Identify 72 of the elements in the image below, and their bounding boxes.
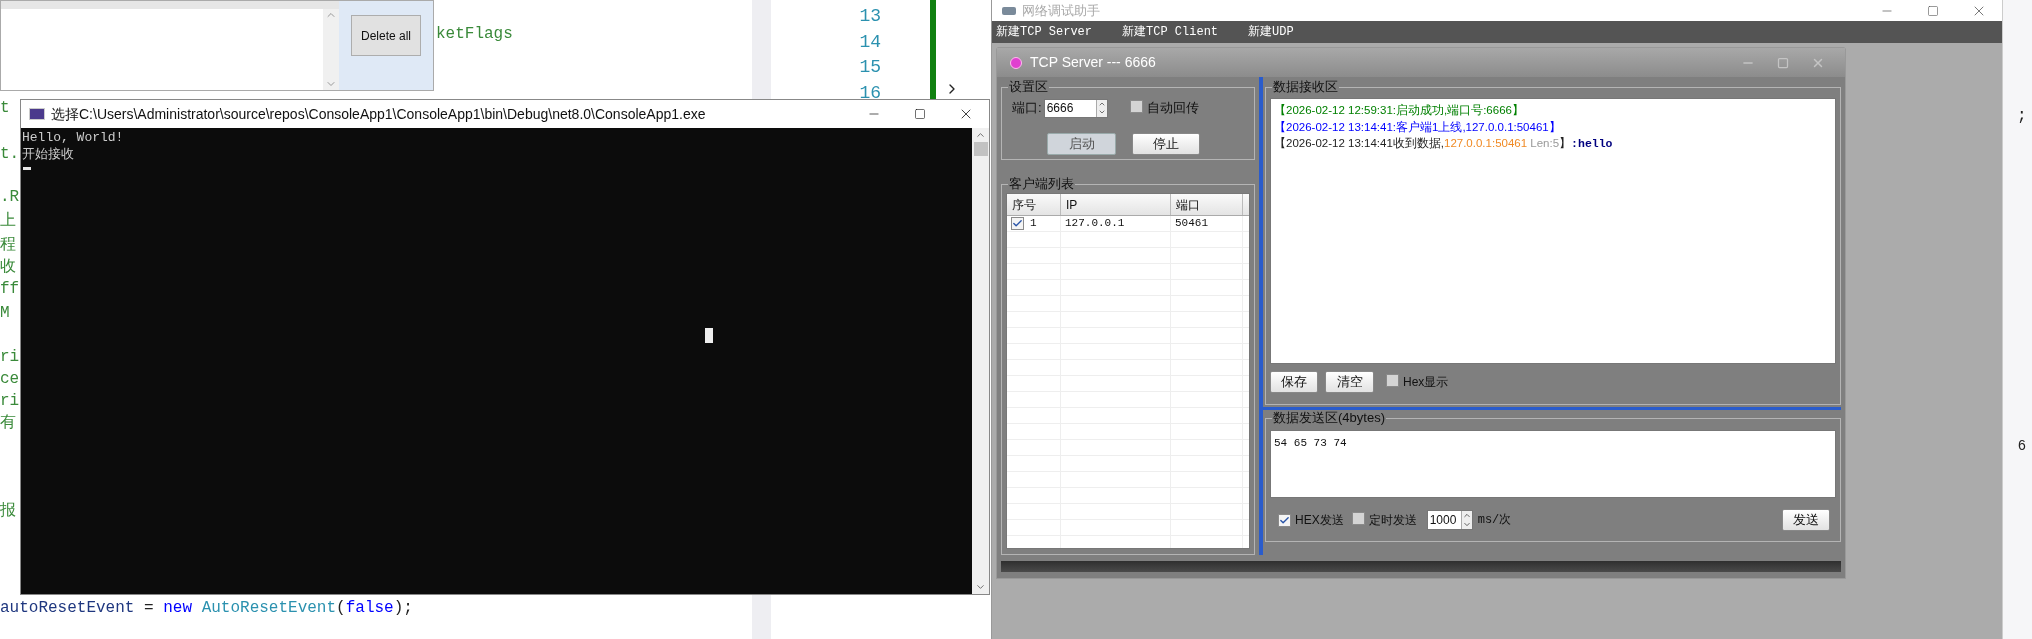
checkbox-label: HEX发送 xyxy=(1295,512,1344,529)
window-title: 网络调试助手 xyxy=(1022,3,1100,18)
console-line: 开始接收 xyxy=(22,146,74,163)
save-button[interactable]: 保存 xyxy=(1270,371,1318,393)
checkbox[interactable] xyxy=(1129,100,1143,113)
table-cell-text: 127.0.0.1 xyxy=(1065,216,1125,232)
checkbox-label: 定时发送 xyxy=(1368,512,1417,529)
log-line: 【2026-02-12 13:14:41收到数据,127.0.0.1:50461 Len:5】:hello xyxy=(1274,136,1613,152)
code-fragment: 有 xyxy=(0,413,16,433)
code-fragment: ri xyxy=(0,391,20,411)
code-fragment: t. xyxy=(0,144,20,164)
log-line: 【2026-02-12 12:59:31:启动成功,端口号:6666】 xyxy=(1274,103,1524,118)
stop-button[interactable]: 停止 xyxy=(1132,133,1200,155)
code-fragment: 上 xyxy=(0,211,16,231)
code-fragment: ri xyxy=(0,347,20,367)
checkbox[interactable] xyxy=(1351,512,1365,525)
scrollbar[interactable] xyxy=(972,128,989,594)
console-icon xyxy=(29,108,45,120)
maximize-icon[interactable] xyxy=(1777,56,1789,69)
group-title: 数据发送区(4bytes) xyxy=(1272,410,1386,426)
code-fragment: 6 xyxy=(2018,436,2026,454)
menu-item[interactable]: 新建UDP xyxy=(1248,23,1294,41)
checkbox[interactable] xyxy=(1386,374,1399,387)
checkbox-label: 自动回传 xyxy=(1146,99,1199,118)
splitter[interactable] xyxy=(1263,407,1841,410)
code-fragment: 报 xyxy=(0,501,16,521)
port-label: 端口: xyxy=(1012,99,1042,118)
group-title: 设置区 xyxy=(1008,79,1049,95)
line-number: 13 xyxy=(859,5,881,28)
server-icon xyxy=(1010,56,1022,69)
checkbox-label: Hex显示 xyxy=(1403,374,1449,391)
delete-all-button[interactable]: Delete all xyxy=(351,15,421,56)
code-fragment: t xyxy=(0,98,10,118)
column-header[interactable]: 端口 xyxy=(1171,194,1243,215)
code-fragment: ; xyxy=(2017,106,2027,126)
send-field[interactable]: 54 65 73 74 xyxy=(1270,430,1836,498)
line-number: 16 xyxy=(859,81,881,105)
scroll-thumb[interactable] xyxy=(973,142,988,156)
code-line: autoResetEvent = new AutoResetEvent(false); xyxy=(0,598,413,618)
unit-label: ms/次 xyxy=(1477,512,1512,529)
code-fragment: .R xyxy=(0,187,20,207)
code-fragment: ff xyxy=(0,279,20,299)
log-line: 【2026-02-12 13:14:41:客户端1上线,127.0.0.1:50461】 xyxy=(1274,119,1561,135)
clear-button[interactable]: 清空 xyxy=(1325,371,1374,393)
cursor-block xyxy=(705,328,713,343)
console-line: Hello, World! xyxy=(22,129,124,146)
group-title: 数据接收区 xyxy=(1272,79,1339,95)
column-header[interactable]: 序号 xyxy=(1007,194,1061,215)
menu-item[interactable]: 新建TCP Server xyxy=(996,23,1092,41)
column-header[interactable]: IP xyxy=(1061,194,1171,215)
menu-item[interactable]: 新建TCP Client xyxy=(1122,23,1219,41)
port-spinner[interactable]: 6666 xyxy=(1043,98,1108,118)
code-fragment: M xyxy=(0,303,10,323)
interval-spinner[interactable]: 1000 xyxy=(1426,510,1473,530)
line-number: 15 xyxy=(859,56,881,79)
checkbox[interactable] xyxy=(1278,513,1291,527)
code-fragment: ce xyxy=(0,369,20,389)
window-title: 选择C:\Users\Administrator\source\repos\ConsoleApp1\ConsoleApp1\bin\Debug\net8.0\ConsoleApp1.exe xyxy=(51,104,706,124)
splitter[interactable] xyxy=(1259,77,1263,555)
group-title: 客户端列表 xyxy=(1008,176,1075,192)
send-button[interactable]: 发送 xyxy=(1782,509,1830,531)
code-fragment: 程 xyxy=(0,235,16,255)
code-fragment: ketFlags xyxy=(436,24,513,44)
text-cursor xyxy=(23,167,31,170)
table-cell-text: 50461 xyxy=(1175,216,1208,232)
line-number: 14 xyxy=(859,30,881,54)
window-title: TCP Server --- 6666 xyxy=(1030,53,1156,72)
list-box[interactable] xyxy=(1,1,339,90)
app-icon xyxy=(1002,6,1016,15)
table-cell-text: 1 xyxy=(1030,216,1037,232)
code-fragment: 收 xyxy=(0,257,16,277)
checkbox[interactable] xyxy=(1011,217,1024,230)
